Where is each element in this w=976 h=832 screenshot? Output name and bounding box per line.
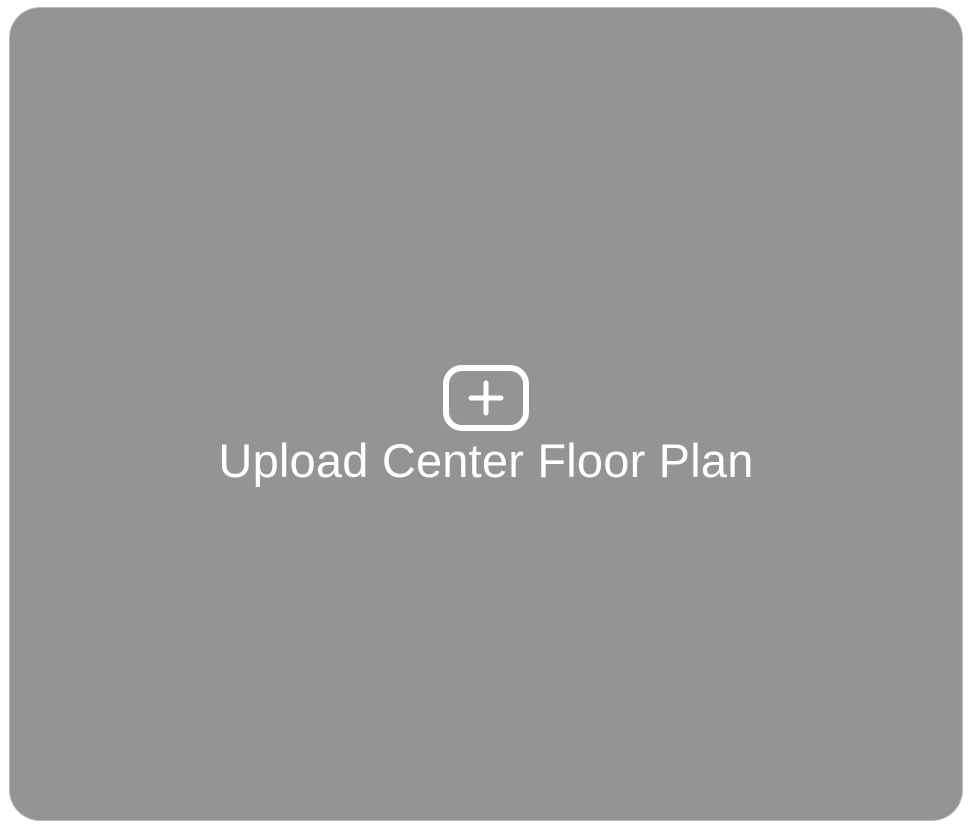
- plus-square-icon: [442, 365, 529, 431]
- upload-label: Upload Center Floor Plan: [218, 434, 754, 487]
- floor-plan-upload-area[interactable]: Upload Center Floor Plan: [10, 8, 962, 820]
- upload-prompt[interactable]: Upload Center Floor Plan: [218, 365, 753, 489]
